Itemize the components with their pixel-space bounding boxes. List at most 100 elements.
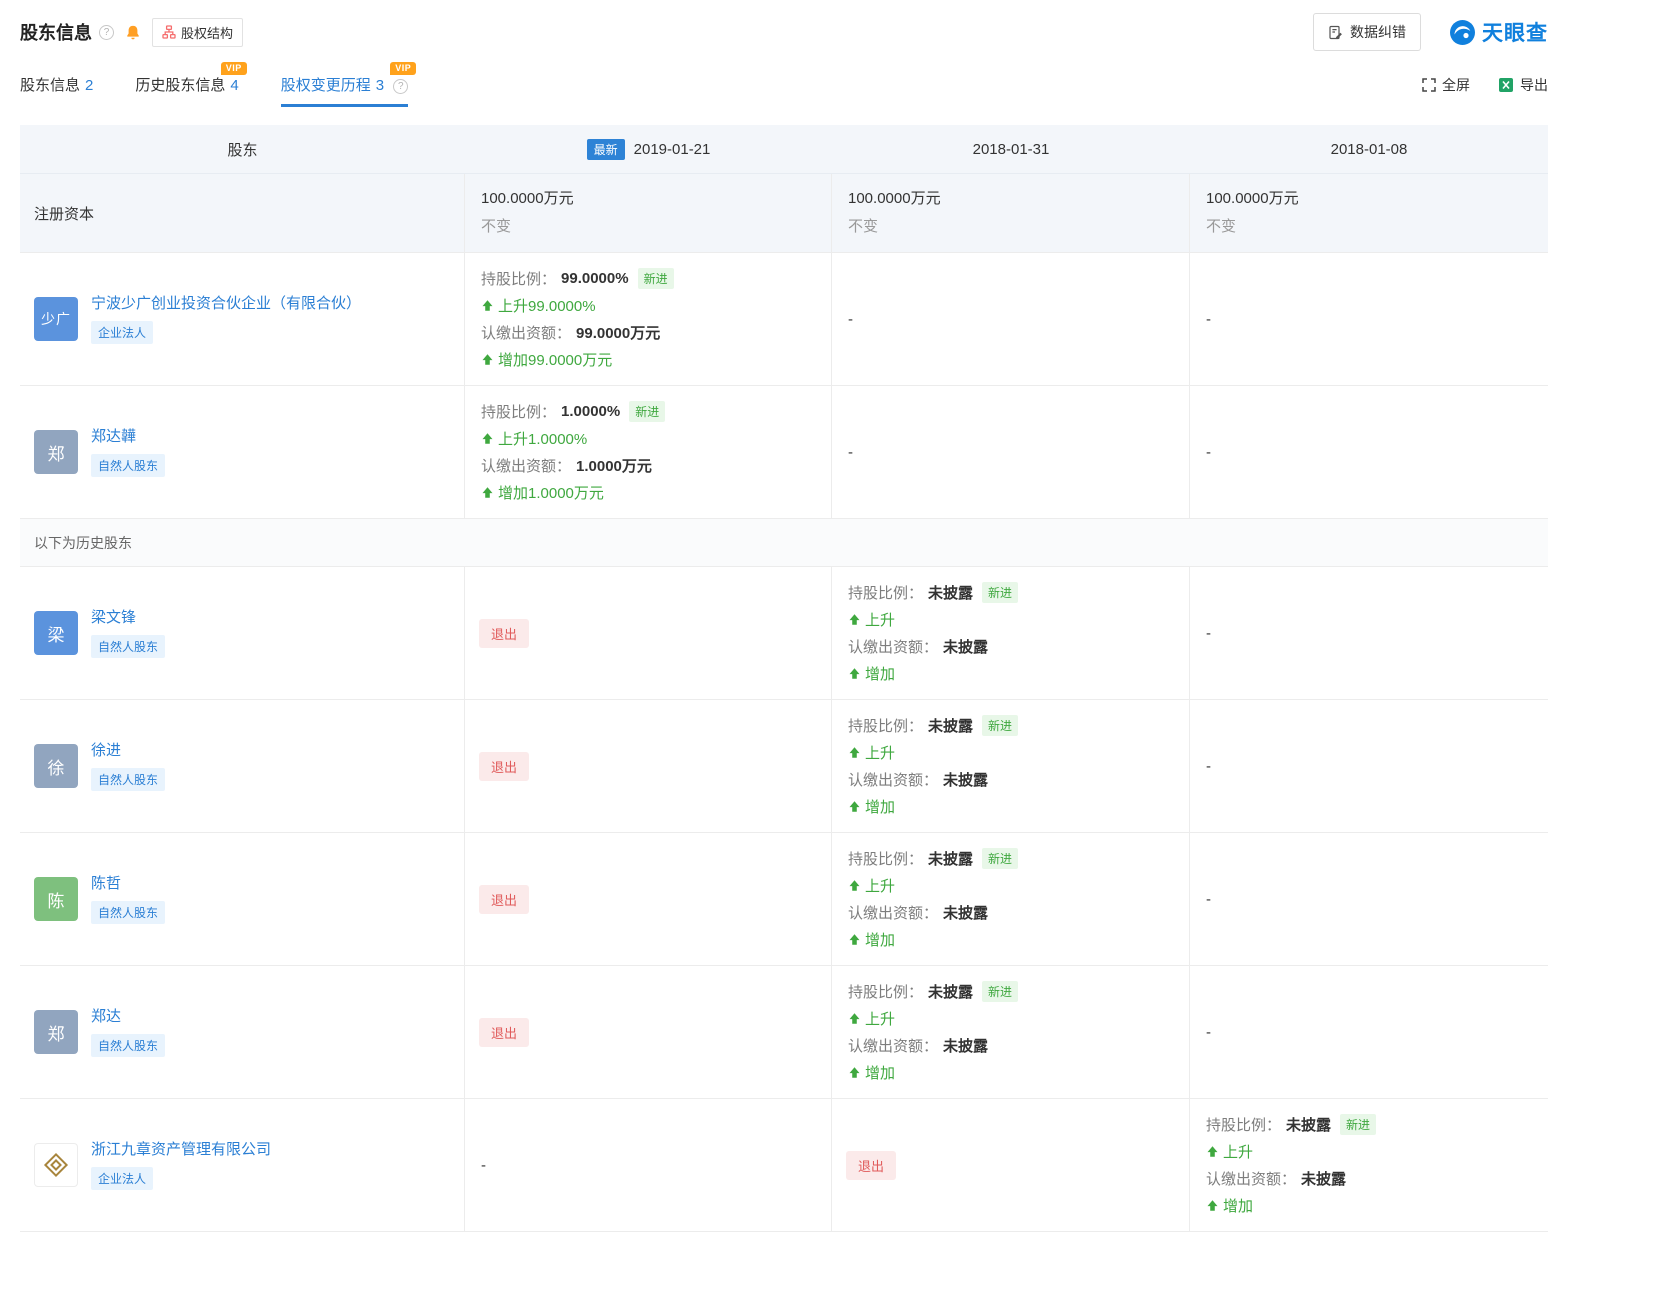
tab-history-shareholder-info[interactable]: VIP 历史股东信息4 — [135, 74, 238, 107]
avatar[interactable]: 梁 — [34, 611, 78, 655]
date-label: 2018-01-08 — [1331, 141, 1408, 158]
new-entry-badge: 新进 — [982, 981, 1018, 1002]
detail-line: 认缴出资额：未披露 — [848, 766, 1173, 793]
shareholding-detail-cell: 持股比例：未披露新进上升认缴出资额：未披露增加 — [832, 567, 1190, 699]
increase-text: 增加 — [865, 929, 895, 950]
increase-text: 增加 — [1223, 1195, 1253, 1216]
shareholding-detail-cell: 持股比例：未披露新进上升认缴出资额：未披露增加 — [832, 966, 1190, 1098]
registered-capital-label: 注册资本 — [20, 174, 465, 252]
bell-icon[interactable] — [125, 24, 141, 41]
tianyancha-logo[interactable]: 天眼查 — [1449, 17, 1548, 47]
org-chart-icon — [162, 25, 176, 39]
empty-cell: - — [1190, 253, 1548, 385]
detail-line: 增加99.0000万元 — [481, 346, 815, 373]
amount-label: 认缴出资额： — [481, 455, 571, 476]
shareholding-detail-cell: 持股比例：未披露新进上升认缴出资额：未披露增加 — [1190, 1099, 1548, 1231]
shareholding-detail-cell: 持股比例：未披露新进上升认缴出资额：未披露增加 — [832, 833, 1190, 965]
shareholder-cell: 徐徐进自然人股东 — [20, 700, 465, 832]
up-arrow-icon — [848, 746, 861, 759]
col-header-shareholder: 股东 — [20, 125, 465, 173]
up-arrow-icon — [481, 299, 494, 312]
exit-cell: 退出 — [465, 700, 832, 832]
table-row: 郑郑达自然人股东退出持股比例：未披露新进上升认缴出资额：未披露增加- — [20, 966, 1548, 1099]
excel-export-icon — [1498, 77, 1514, 93]
table-row: 梁梁文锋自然人股东退出持股比例：未披露新进上升认缴出资额：未披露增加- — [20, 567, 1548, 700]
exit-cell: 退出 — [465, 966, 832, 1098]
increase-text: 增加99.0000万元 — [498, 349, 612, 370]
detail-line: 上升 — [848, 739, 1173, 766]
tab-label: 历史股东信息 — [135, 77, 225, 94]
increase-text: 增加 — [865, 796, 895, 817]
fullscreen-button[interactable]: 全屏 — [1422, 75, 1470, 95]
shareholder-name-link[interactable]: 郑达 — [91, 1007, 121, 1027]
avatar[interactable]: 郑 — [34, 430, 78, 474]
edit-doc-icon — [1328, 25, 1343, 40]
amount-value: 99.0000万元 — [576, 322, 660, 343]
help-icon[interactable]: ? — [393, 79, 408, 94]
avatar[interactable]: 少广 — [34, 297, 78, 341]
vip-badge: VIP — [221, 62, 247, 75]
shareholder-name-link[interactable]: 郑达韡 — [91, 427, 136, 447]
capital-change: 不变 — [481, 215, 815, 239]
up-arrow-icon — [481, 353, 494, 366]
up-arrow-icon — [848, 879, 861, 892]
tab-equity-change-history[interactable]: VIP 股权变更历程3 ? — [281, 74, 409, 107]
registered-capital-row: 注册资本 100.0000万元 不变 100.0000万元 不变 100.000… — [20, 174, 1548, 253]
up-arrow-icon — [848, 800, 861, 813]
detail-line: 持股比例：未披露新进 — [1206, 1111, 1532, 1138]
rise-text: 上升1.0000% — [498, 428, 587, 449]
capital-change: 不变 — [1206, 215, 1532, 239]
fullscreen-icon — [1422, 78, 1436, 92]
shareholder-name-link[interactable]: 宁波少广创业投资合伙企业（有限合伙） — [91, 294, 361, 314]
exit-badge: 退出 — [846, 1151, 896, 1180]
tab-count: 2 — [85, 77, 93, 94]
shareholder-info: 梁文锋自然人股东 — [91, 608, 165, 658]
shareholding-table: 股东 最新 2019-01-21 2018-01-31 2018-01-08 注… — [20, 125, 1548, 1232]
equity-structure-button[interactable]: 股权结构 — [152, 18, 243, 47]
shareholder-type-tag: 企业法人 — [91, 1167, 153, 1190]
shareholder-type-tag: 企业法人 — [91, 321, 153, 344]
page: 股东信息 ? 股权结构 数据纠错 天眼查 股东信息2 — [20, 0, 1548, 1232]
empty-cell: - — [465, 1099, 832, 1231]
up-arrow-icon — [481, 486, 494, 499]
col-header-date-latest: 最新 2019-01-21 — [465, 125, 832, 173]
rise-text: 上升 — [865, 1008, 895, 1029]
table-row: 陈陈哲自然人股东退出持股比例：未披露新进上升认缴出资额：未披露增加- — [20, 833, 1548, 966]
latest-badge: 最新 — [587, 139, 625, 160]
top-bar: 股东信息 ? 股权结构 数据纠错 天眼查 — [20, 14, 1548, 50]
company-logo-icon[interactable] — [34, 1143, 78, 1187]
amount-label: 认缴出资额： — [481, 322, 571, 343]
shareholding-detail-cell: 持股比例：99.0000%新进上升99.0000%认缴出资额：99.0000万元… — [465, 253, 832, 385]
shareholder-name-link[interactable]: 陈哲 — [91, 874, 121, 894]
ratio-value: 未披露 — [928, 582, 973, 603]
avatar[interactable]: 陈 — [34, 877, 78, 921]
detail-line: 持股比例：1.0000%新进 — [481, 398, 815, 425]
registered-capital-cell: 100.0000万元 不变 — [465, 174, 832, 252]
dash-text: - — [848, 311, 853, 328]
new-entry-badge: 新进 — [982, 582, 1018, 603]
tab-count: 3 — [376, 77, 384, 94]
shareholder-name-link[interactable]: 徐进 — [91, 741, 121, 761]
shareholding-detail-cell: 持股比例：1.0000%新进上升1.0000%认缴出资额：1.0000万元增加1… — [465, 386, 832, 518]
tab-bar: 股东信息2 VIP 历史股东信息4 VIP 股权变更历程3 ? 全屏 导出 — [20, 74, 1548, 107]
amount-value: 未披露 — [1301, 1168, 1346, 1189]
shareholder-name-link[interactable]: 浙江九章资产管理有限公司 — [91, 1140, 271, 1160]
detail-line: 增加 — [848, 926, 1173, 953]
detail-line: 认缴出资额：1.0000万元 — [481, 452, 815, 479]
tab-shareholder-info[interactable]: 股东信息2 — [20, 74, 93, 107]
detail-line: 持股比例：未披露新进 — [848, 978, 1173, 1005]
help-icon[interactable]: ? — [99, 25, 114, 40]
amount-label: 认缴出资额： — [1206, 1168, 1296, 1189]
avatar[interactable]: 郑 — [34, 1010, 78, 1054]
exit-cell: 退出 — [832, 1099, 1190, 1231]
detail-line: 增加 — [848, 1059, 1173, 1086]
equity-structure-label: 股权结构 — [181, 23, 233, 42]
shareholder-name-link[interactable]: 梁文锋 — [91, 608, 136, 628]
dash-text: - — [1206, 758, 1211, 775]
dash-text: - — [1206, 1024, 1211, 1041]
export-button[interactable]: 导出 — [1498, 75, 1548, 95]
avatar[interactable]: 徐 — [34, 744, 78, 788]
exit-badge: 退出 — [479, 1018, 529, 1047]
data-correction-button[interactable]: 数据纠错 — [1313, 13, 1421, 51]
table-header-row: 股东 最新 2019-01-21 2018-01-31 2018-01-08 — [20, 125, 1548, 174]
